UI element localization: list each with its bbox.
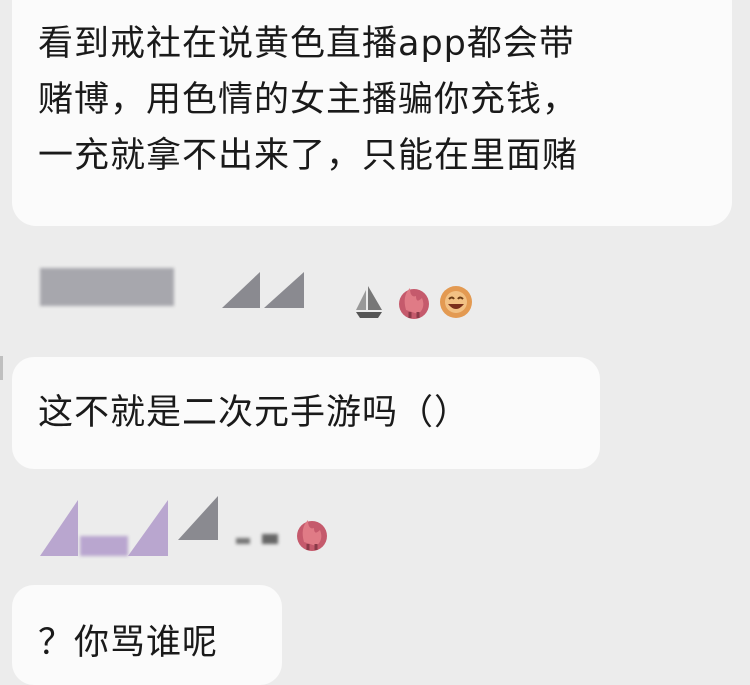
chat-bubble-1: 看到戒社在说黄色直播app都会带 赌博，用色情的女主播骗你充钱， 一充就拿不出来… [12,0,732,226]
redacted-username [80,536,128,556]
edge-mark [0,356,3,380]
redacted-username-mark [40,500,78,556]
redacted-dot [262,534,278,544]
chat-text-line: 一充就拿不出来了，只能在里面赌 [38,136,579,176]
flame-icon [399,288,429,319]
chat-text-line: ？你骂谁呢 [38,623,219,663]
chat-bubble-3: ？你骂谁呢 [12,585,282,685]
chat-text-line: 赌博，用色情的女主播骗你充钱， [38,80,579,120]
sailboat-icon [356,286,382,318]
redacted-username-mark [264,272,304,308]
chat-bubble-2: 这不就是二次元手游吗（） [12,357,600,469]
redacted-username-mark [178,496,218,540]
chat-text-line: 这不就是二次元手游吗（） [38,393,471,433]
redacted-dot [236,538,250,544]
chat-text-line: 看到戒社在说黄色直播app都会带 [38,24,575,64]
flame-icon [297,520,327,551]
redacted-username-mark [128,500,168,556]
laughing-face-icon [440,286,472,318]
redacted-username [40,268,174,306]
redacted-username-mark [222,272,260,308]
